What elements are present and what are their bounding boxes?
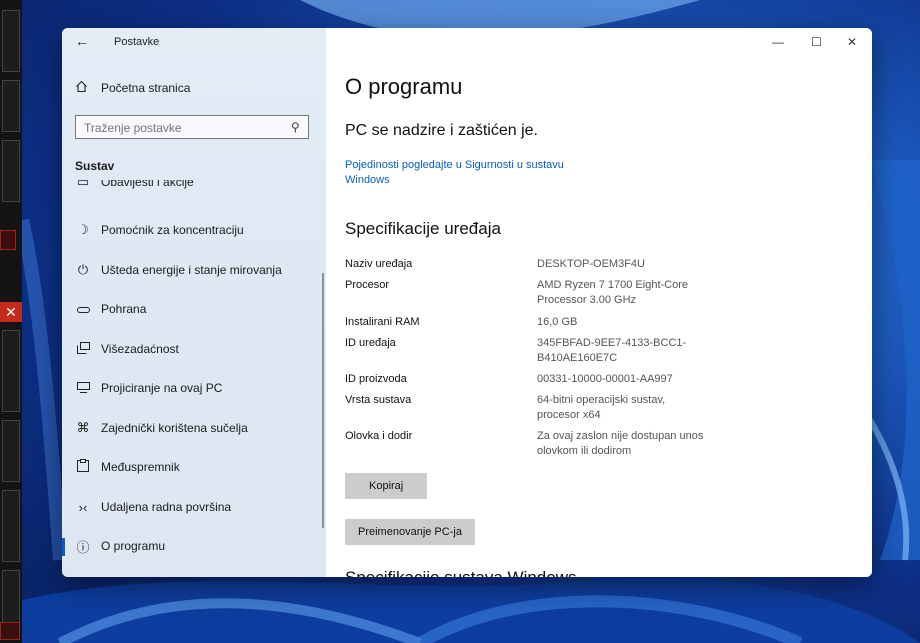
clipped-nav-item[interactable]: ▭ Obavijesti i akcije <box>62 180 326 197</box>
windows-spec-title-text: Specifikacije sustava Windows <box>345 568 576 577</box>
sidebar-item-notifications[interactable]: ▭ Obavijesti i akcije <box>75 180 194 192</box>
background-close-icon[interactable]: ✕ <box>0 302 22 322</box>
spec-label: Naziv uređaja <box>345 258 413 270</box>
maximize-icon[interactable]: ☐ <box>811 35 822 49</box>
projector-icon <box>75 381 91 396</box>
sidebar-item-label: Projiciranje na ovaj PC <box>101 381 223 395</box>
sidebar-item-remote-desktop[interactable]: ›‹ Udaljena radna površina <box>75 497 231 517</box>
spec-value: AMD Ryzen 7 1700 Eight-Core Processor 3.… <box>537 279 689 306</box>
spec-label: Olovka i dodir <box>345 430 413 442</box>
app-title: Postavke <box>114 36 160 48</box>
spec-value: DESKTOP-OEM3F4U <box>537 258 645 270</box>
spec-section-title: Specifikacije uređaja <box>345 219 501 238</box>
background-panel <box>2 420 20 482</box>
background-panel <box>2 80 20 132</box>
spec-value: 345FBFAD-9EE7-4133-BCC1-B410AE160E7C <box>537 337 687 364</box>
sidebar-item-label: Obavijesti i akcije <box>101 180 194 189</box>
background-panel <box>2 140 20 202</box>
home-link[interactable]: Početna stranica <box>75 80 190 96</box>
sidebar-item-shared-experiences[interactable]: ⌘ Zajednički korištena sučelja <box>75 418 248 438</box>
back-arrow-icon[interactable]: ← <box>75 33 89 49</box>
spec-label: Instalirani RAM <box>345 316 420 328</box>
search-box[interactable]: ⚲ <box>75 115 309 139</box>
close-icon[interactable]: ✕ <box>847 35 857 49</box>
spec-label: Vrsta sustava <box>345 394 412 406</box>
background-panel <box>2 10 20 72</box>
moon-icon: ☽ <box>77 222 89 237</box>
sidebar-item-label: Pohrana <box>101 302 147 316</box>
sidebar-item-about[interactable]: ⓘ O programu <box>75 536 165 556</box>
remote-desktop-icon: ›‹ <box>78 499 88 515</box>
sidebar-item-label: O programu <box>101 539 166 553</box>
spec-label: ID uređaja <box>345 337 396 349</box>
background-panel-red <box>0 622 20 640</box>
spec-label: Procesor <box>345 279 390 291</box>
copy-button[interactable]: Kopiraj <box>345 473 428 499</box>
section-title: Sustav <box>75 159 115 173</box>
home-label: Početna stranica <box>101 81 191 95</box>
home-icon <box>75 80 91 96</box>
shared-icon: ⌘ <box>76 420 90 435</box>
settings-window: ← Postavke Početna stranica ⚲ Sustav ▭ O… <box>62 28 872 577</box>
background-panel <box>2 570 20 627</box>
page-title: O programu <box>345 74 463 99</box>
power-icon: ⏻ <box>77 262 89 277</box>
spec-value: 00331-10000-00001-AA997 <box>537 373 673 385</box>
sidebar-item-projecting[interactable]: Projiciranje na ovaj PC <box>75 378 222 398</box>
security-status: PC se nadzire i zaštićen je. <box>345 122 538 139</box>
sidebar-item-label: Međuspremnik <box>101 460 180 474</box>
sidebar-item-power-sleep[interactable]: ⏻ Ušteda energije i stanje mirovanja <box>75 260 282 280</box>
windows-spec-section-title: Specifikacije sustava Windows <box>345 564 645 577</box>
background-panel-red <box>0 230 16 250</box>
main-content: — ☐ ✕ O programu PC se nadzire i zaštiće… <box>326 28 872 577</box>
sidebar-item-label: Zajednički korištena sučelja <box>101 421 248 435</box>
notifications-icon: ▭ <box>76 180 90 189</box>
sidebar-item-focus-assist[interactable]: ☽ Pomoćnik za koncentraciju <box>75 220 244 240</box>
background-panel <box>2 490 20 562</box>
minimize-icon[interactable]: — <box>772 35 784 49</box>
spec-value: 16,0 GB <box>537 316 578 328</box>
sidebar-item-storage[interactable]: Pohrana <box>75 299 146 319</box>
titlebar: ← Postavke <box>62 28 326 56</box>
sidebar-scrollbar[interactable] <box>322 273 324 528</box>
storage-icon <box>75 302 91 317</box>
info-icon: ⓘ <box>76 539 90 555</box>
active-indicator <box>62 538 65 556</box>
search-icon[interactable]: ⚲ <box>291 120 300 134</box>
background-panel <box>2 330 20 412</box>
search-input[interactable] <box>84 121 274 135</box>
sidebar-item-multitasking[interactable]: Višezadaćnost <box>75 339 179 359</box>
sidebar-item-label: Pomoćnik za koncentraciju <box>101 223 244 237</box>
multitasking-icon <box>75 341 91 357</box>
sidebar-item-clipboard[interactable]: Međuspremnik <box>75 457 180 477</box>
clipboard-icon <box>75 459 91 475</box>
spec-value: Za ovaj zaslon nije dostupan unos olovko… <box>537 430 704 457</box>
spec-value: 64-bitni operacijski sustav, procesor x6… <box>537 394 666 421</box>
sidebar-item-label: Ušteda energije i stanje mirovanja <box>101 263 282 277</box>
security-link[interactable]: Pojedinosti pogledajte u Sigurnosti u su… <box>345 158 605 188</box>
sidebar: ← Postavke Početna stranica ⚲ Sustav ▭ O… <box>62 28 326 577</box>
rename-pc-button[interactable]: Preimenovanje PC-ja <box>345 519 475 545</box>
sidebar-item-label: Višezadaćnost <box>101 342 179 356</box>
sidebar-item-label: Udaljena radna površina <box>101 500 232 514</box>
spec-label: ID proizvoda <box>345 373 407 385</box>
